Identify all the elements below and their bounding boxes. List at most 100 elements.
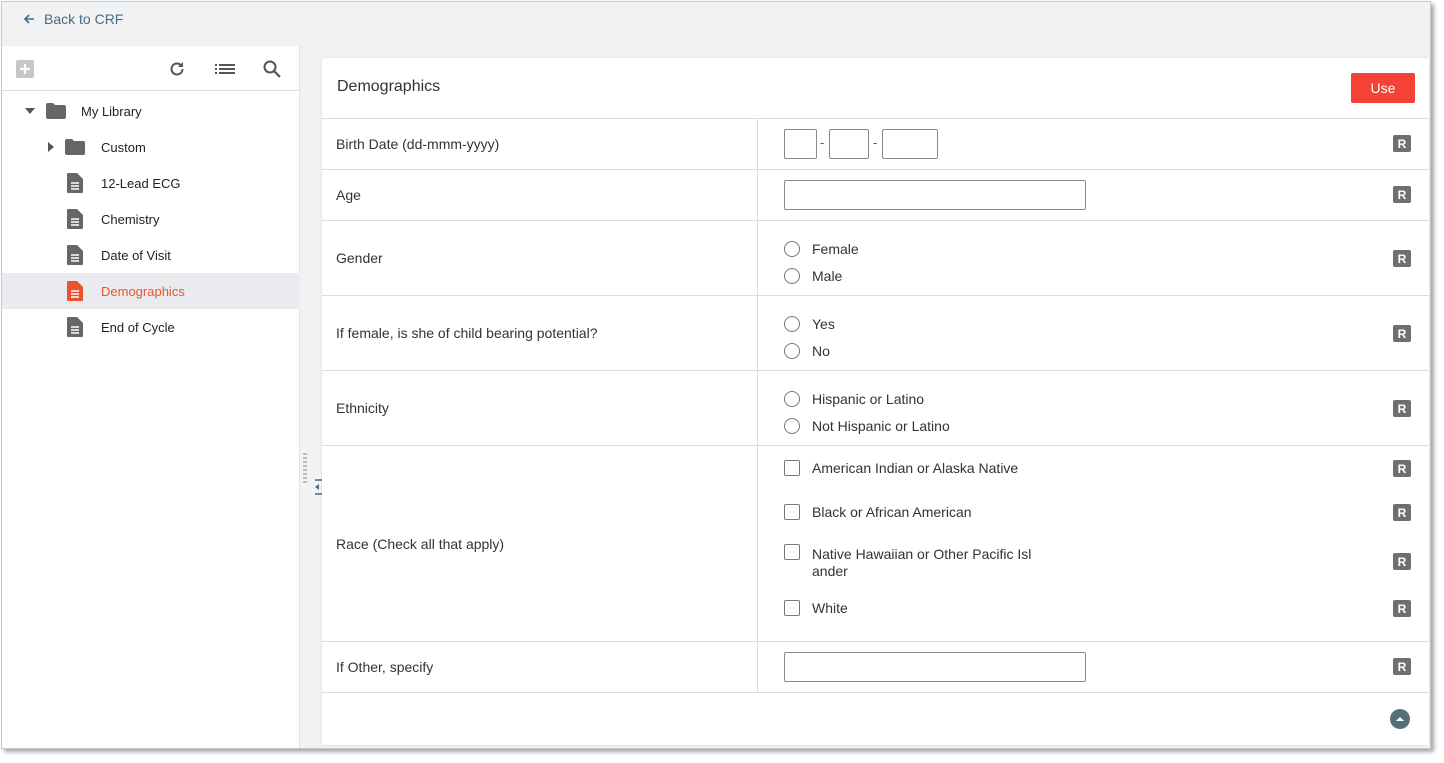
required-badge[interactable]: R xyxy=(1393,658,1411,675)
tree-item-date-of-visit[interactable]: Date of Visit xyxy=(2,237,300,273)
search-button[interactable] xyxy=(261,58,283,80)
tree-item-custom[interactable]: Custom xyxy=(2,129,300,165)
question-label: If female, is she of child bearing poten… xyxy=(322,296,758,370)
option-label: Male xyxy=(812,268,843,284)
form-row-child-bearing: If female, is she of child bearing poten… xyxy=(322,296,1429,371)
age-input[interactable] xyxy=(784,180,1086,210)
radio-button[interactable] xyxy=(784,418,800,434)
answer-cell: American Indian or Alaska Native R Black… xyxy=(759,446,1429,641)
required-badge[interactable]: R xyxy=(1393,504,1411,521)
option-label: No xyxy=(812,343,830,359)
use-button[interactable]: Use xyxy=(1351,73,1415,103)
refresh-button[interactable] xyxy=(166,58,188,80)
checkbox[interactable] xyxy=(784,504,800,520)
required-badge[interactable]: R xyxy=(1393,135,1411,152)
radio-option-no[interactable]: No xyxy=(784,343,830,359)
form-preview-panel: Demographics Use Birth Date (dd-mmm-yyyy… xyxy=(322,58,1429,745)
form-row-if-other: If Other, specify R xyxy=(322,642,1429,693)
panel-splitter[interactable] xyxy=(300,46,312,748)
option-label: Yes xyxy=(812,316,835,332)
option-label: Not Hispanic or Latino xyxy=(812,418,950,434)
tree-item-label: Date of Visit xyxy=(101,247,171,263)
radio-option-not-hispanic[interactable]: Not Hispanic or Latino xyxy=(784,418,950,434)
drag-handle-icon[interactable] xyxy=(303,452,307,484)
answer-cell: - - R xyxy=(759,119,1429,169)
radio-button[interactable] xyxy=(784,316,800,332)
document-icon xyxy=(66,280,84,302)
checkbox[interactable] xyxy=(784,460,800,476)
tree-item-my-library[interactable]: My Library xyxy=(2,93,300,129)
caret-down-icon[interactable] xyxy=(24,105,36,117)
top-bar: Back to CRF xyxy=(2,2,1430,46)
form-row-birth-date: Birth Date (dd-mmm-yyyy) - - R xyxy=(322,119,1429,170)
form-row-age: Age R xyxy=(322,170,1429,221)
radio-button[interactable] xyxy=(784,391,800,407)
required-badge[interactable]: R xyxy=(1393,186,1411,203)
radio-button[interactable] xyxy=(784,241,800,257)
tree-item-end-of-cycle[interactable]: End of Cycle xyxy=(2,309,300,345)
radio-option-male[interactable]: Male xyxy=(784,268,842,284)
refresh-icon xyxy=(170,62,184,76)
required-badge[interactable]: R xyxy=(1393,600,1411,617)
tree-item-label: End of Cycle xyxy=(101,319,175,335)
other-specify-input[interactable] xyxy=(784,652,1086,682)
tree-item-12-lead-ecg[interactable]: 12-Lead ECG xyxy=(2,165,300,201)
question-label: If Other, specify xyxy=(322,642,758,692)
answer-cell: Yes No R xyxy=(759,296,1429,370)
document-icon xyxy=(66,316,84,338)
option-label: Black or African American xyxy=(812,504,972,520)
answer-cell: R xyxy=(759,170,1429,220)
radio-option-yes[interactable]: Yes xyxy=(784,316,835,332)
folder-icon xyxy=(64,138,86,156)
checkbox[interactable] xyxy=(784,544,800,560)
birth-day-input[interactable] xyxy=(784,129,817,159)
scroll-to-top-button[interactable] xyxy=(1390,709,1410,729)
required-badge[interactable]: R xyxy=(1393,325,1411,342)
birth-month-input[interactable] xyxy=(829,129,869,159)
form-row-gender: Gender Female Male R xyxy=(322,221,1429,296)
checkbox-option-native-hawaiian[interactable]: Native Hawaiian or Other Pacific Isl and… xyxy=(784,544,1042,580)
list-view-button[interactable] xyxy=(214,58,236,80)
form-title: Demographics xyxy=(337,78,441,95)
option-label: Native Hawaiian or Other Pacific Isl and… xyxy=(812,546,1032,579)
required-badge[interactable]: R xyxy=(1393,250,1411,267)
search-icon xyxy=(263,60,281,78)
question-label: Ethnicity xyxy=(322,371,758,445)
add-button[interactable] xyxy=(14,58,36,80)
question-label: Birth Date (dd-mmm-yyyy) xyxy=(322,119,758,169)
checkbox[interactable] xyxy=(784,600,800,616)
back-to-crf-label: Back to CRF xyxy=(44,11,124,27)
tree-item-label: Chemistry xyxy=(101,211,160,227)
radio-option-hispanic[interactable]: Hispanic or Latino xyxy=(784,391,924,407)
caret-right-icon[interactable] xyxy=(46,141,56,153)
checkbox-option-white[interactable]: White xyxy=(784,600,848,616)
option-label: Female xyxy=(812,241,859,257)
form-row-race: Race (Check all that apply) American Ind… xyxy=(322,446,1429,642)
radio-button[interactable] xyxy=(784,268,800,284)
required-badge[interactable]: R xyxy=(1393,553,1411,570)
caret-up-icon xyxy=(1396,717,1404,721)
sidebar-toolbar xyxy=(2,46,299,91)
radio-button[interactable] xyxy=(784,343,800,359)
date-separator: - xyxy=(820,135,825,150)
required-badge[interactable]: R xyxy=(1393,460,1411,477)
checkbox-option-black[interactable]: Black or African American xyxy=(784,504,972,520)
radio-option-female[interactable]: Female xyxy=(784,241,859,257)
document-icon xyxy=(66,208,84,230)
back-to-crf-link[interactable]: Back to CRF xyxy=(22,11,123,27)
birth-year-input[interactable] xyxy=(882,129,938,159)
library-sidebar: My Library Custom 12-Lead ECG Chemistry xyxy=(2,46,300,748)
add-icon xyxy=(16,60,34,78)
required-badge[interactable]: R xyxy=(1393,400,1411,417)
answer-cell: Female Male R xyxy=(759,221,1429,295)
form-row-ethnicity: Ethnicity Hispanic or Latino Not Hispani… xyxy=(322,371,1429,446)
date-separator: - xyxy=(873,135,878,150)
tree-item-label: Demographics xyxy=(101,283,185,299)
tree-item-label: My Library xyxy=(81,103,142,119)
document-icon xyxy=(66,244,84,266)
option-label: Hispanic or Latino xyxy=(812,391,925,407)
tree-item-demographics[interactable]: Demographics xyxy=(2,273,300,309)
option-label: White xyxy=(812,600,848,616)
tree-item-chemistry[interactable]: Chemistry xyxy=(2,201,300,237)
checkbox-option-american-indian[interactable]: American Indian or Alaska Native xyxy=(784,460,1018,476)
